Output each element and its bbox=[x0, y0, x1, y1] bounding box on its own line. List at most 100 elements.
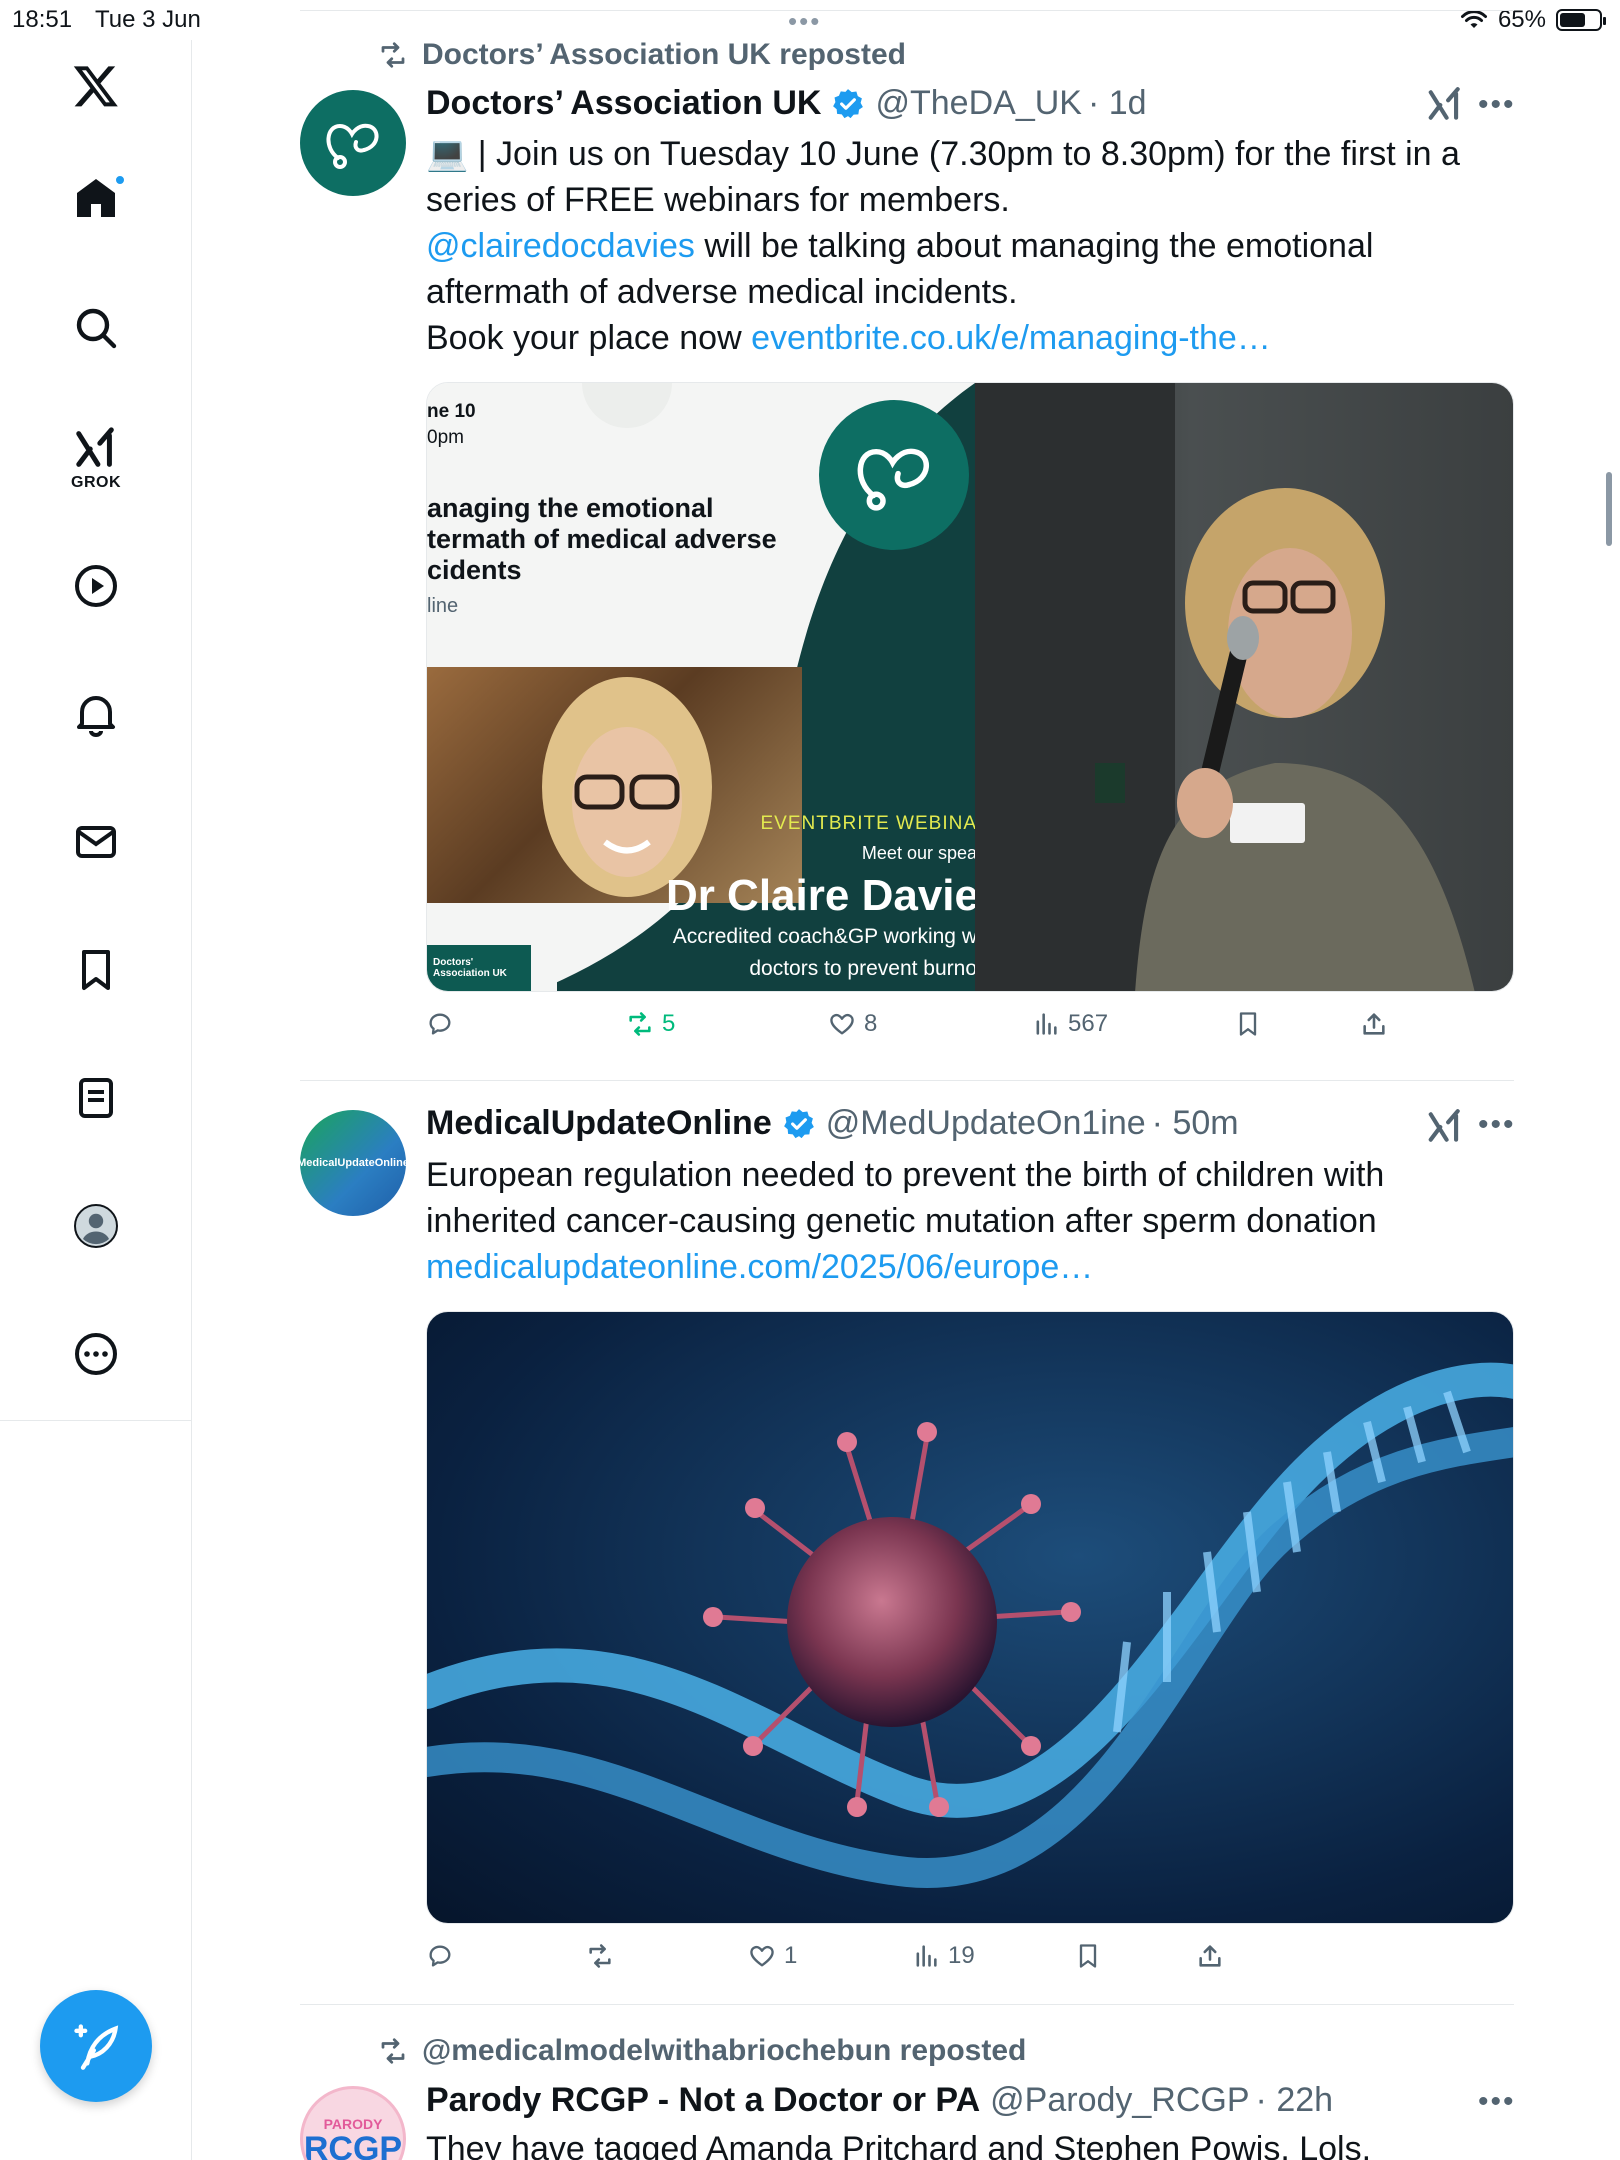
more-options-button[interactable]: ••• bbox=[1478, 2085, 1516, 2119]
tweet-media[interactable] bbox=[426, 1311, 1514, 1924]
tweet-media[interactable]: Doctors' Association UK ne 10 0pm anagin… bbox=[426, 382, 1514, 992]
webinar-graphic[interactable]: Doctors' Association UK ne 10 0pm anagin… bbox=[427, 383, 979, 991]
grok-explain-icon[interactable] bbox=[1426, 1108, 1464, 1146]
bookmark-icon bbox=[82, 950, 110, 990]
display-name[interactable]: Parody RCGP - Not a Doctor or PA bbox=[426, 2081, 980, 2120]
handle[interactable]: @MedUpdateOn1ine bbox=[826, 1104, 1146, 1143]
avatar[interactable]: MedicalUpdateOnline bbox=[300, 1110, 406, 1216]
timestamp[interactable]: · 1d bbox=[1088, 84, 1147, 123]
like-button[interactable]: 8 bbox=[828, 1010, 877, 1038]
share-button[interactable] bbox=[1360, 1010, 1388, 1038]
verified-badge-icon bbox=[833, 88, 864, 118]
bell-icon bbox=[77, 696, 115, 737]
sidebar-item-explore[interactable] bbox=[0, 304, 192, 352]
x-logo-button[interactable] bbox=[0, 62, 192, 110]
more-icon bbox=[75, 1333, 117, 1375]
view-count: 567 bbox=[1068, 1010, 1109, 1037]
home-icon bbox=[77, 179, 115, 217]
stethoscope-heart-icon bbox=[857, 448, 929, 511]
mail-icon bbox=[76, 826, 116, 858]
tweet-divider bbox=[300, 1080, 1514, 1081]
sidebar-item-bookmarks[interactable] bbox=[0, 946, 192, 994]
tweet-text: European regulation needed to prevent th… bbox=[426, 1152, 1516, 1290]
graphic-date-2: 0pm bbox=[427, 427, 464, 448]
url-link[interactable]: eventbrite.co.uk/e/managing-the… bbox=[751, 319, 1271, 357]
speaker-photo bbox=[427, 667, 802, 903]
views-button[interactable]: 19 bbox=[912, 1942, 975, 1970]
sidebar-item-home[interactable] bbox=[0, 174, 192, 227]
repost-button[interactable] bbox=[586, 1942, 622, 1970]
grok-icon bbox=[76, 427, 114, 467]
graphic-date: ne 10 0pm bbox=[427, 399, 476, 451]
graphic-eventbrite: EVENTBRITE WEBINA bbox=[760, 813, 977, 834]
verified-badge-icon bbox=[783, 1108, 814, 1138]
tweet-actions: 1 19 bbox=[426, 1942, 1516, 1982]
share-button[interactable] bbox=[1196, 1942, 1224, 1970]
reply-button[interactable] bbox=[426, 1942, 462, 1970]
avatar-rcgp-text: RCGP bbox=[303, 2130, 403, 2160]
grok-explain-icon[interactable] bbox=[1426, 86, 1464, 124]
repost-text[interactable]: @medicalmodelwithabriochebun reposted bbox=[422, 2034, 1026, 2068]
sidebar: GROK bbox=[0, 40, 192, 2160]
handle[interactable]: @Parody_RCGP bbox=[990, 2081, 1249, 2120]
sidebar-item-more[interactable] bbox=[0, 1330, 192, 1378]
display-name[interactable]: Doctors’ Association UK bbox=[426, 84, 821, 123]
display-name[interactable]: MedicalUpdateOnline bbox=[426, 1104, 772, 1143]
sidebar-item-grok[interactable]: GROK bbox=[0, 426, 192, 492]
timestamp[interactable]: · 22h bbox=[1256, 2081, 1334, 2120]
more-options-button[interactable]: ••• bbox=[1478, 88, 1516, 122]
like-button[interactable]: 1 bbox=[748, 1942, 797, 1970]
graphic-date-1: ne 10 bbox=[427, 401, 476, 422]
graphic-title-2: termath of medical adverse bbox=[427, 524, 777, 554]
grok-label: GROK bbox=[71, 474, 121, 491]
views-chart-icon bbox=[916, 1945, 937, 1967]
graphic-title-1: anaging the emotional bbox=[427, 493, 714, 523]
list-icon bbox=[79, 1078, 113, 1118]
sidebar-item-lists[interactable] bbox=[0, 1074, 192, 1122]
repost-button[interactable]: 5 bbox=[626, 1010, 675, 1038]
url-link[interactable]: medicalupdateonline.com/2025/06/europe… bbox=[426, 1248, 1093, 1286]
bookmark-button[interactable] bbox=[1074, 1942, 1102, 1970]
more-options-button[interactable]: ••• bbox=[1478, 1108, 1516, 1142]
sidebar-item-video[interactable] bbox=[0, 562, 192, 610]
views-button[interactable]: 567 bbox=[1032, 1010, 1108, 1038]
reply-icon bbox=[429, 1013, 451, 1035]
status-date: Tue 3 Jun bbox=[95, 6, 201, 33]
graphic-meet: Meet our spea bbox=[861, 843, 977, 863]
reply-button[interactable] bbox=[426, 1010, 462, 1038]
sidebar-divider bbox=[0, 1420, 192, 1421]
sidebar-item-profile[interactable] bbox=[0, 1202, 192, 1250]
repost-text[interactable]: Doctors’ Association UK reposted bbox=[422, 38, 906, 72]
repost-indicator: @medicalmodelwithabriochebun reposted bbox=[378, 2034, 1026, 2068]
mention-link[interactable]: @clairedocdavies bbox=[426, 227, 695, 265]
views-chart-icon bbox=[1036, 1013, 1057, 1035]
avatar[interactable]: PARODY RCGP bbox=[300, 2086, 406, 2160]
bookmark-button[interactable] bbox=[1234, 1010, 1262, 1038]
heart-icon bbox=[750, 1945, 774, 1967]
compose-button[interactable] bbox=[40, 1990, 152, 2102]
handle[interactable]: @TheDA_UK bbox=[875, 84, 1081, 123]
sidebar-item-messages[interactable] bbox=[0, 818, 192, 866]
heart-icon bbox=[830, 1013, 854, 1035]
repost-count: 5 bbox=[662, 1010, 676, 1037]
repost-icon bbox=[381, 2038, 405, 2064]
wifi-icon bbox=[1460, 10, 1487, 28]
sidebar-item-notifications[interactable] bbox=[0, 690, 192, 738]
speaker-photo-2[interactable] bbox=[975, 383, 1513, 991]
tweet-text-main: 💻 | Join us on Tuesday 10 June (7.30pm t… bbox=[426, 135, 1460, 219]
share-icon bbox=[1199, 1945, 1221, 1967]
timestamp[interactable]: · 50m bbox=[1152, 1104, 1239, 1143]
avatar[interactable] bbox=[300, 90, 406, 196]
scrollbar-thumb[interactable] bbox=[1606, 472, 1612, 546]
graphic-desc-2: doctors to prevent burno bbox=[749, 957, 977, 980]
tweet-text-cta: Book your place now bbox=[426, 319, 752, 357]
share-icon bbox=[1363, 1013, 1385, 1035]
dna-virus-illustration bbox=[427, 1362, 1513, 1888]
search-icon bbox=[76, 308, 117, 349]
like-count: 1 bbox=[784, 1942, 798, 1969]
avatar-text: MedicalUpdateOnline bbox=[300, 1157, 406, 1169]
repost-icon bbox=[381, 42, 405, 68]
bookmark-icon bbox=[1079, 1944, 1097, 1968]
view-count: 19 bbox=[948, 1942, 975, 1969]
status-bar: 18:51 Tue 3 Jun ••• 65% bbox=[0, 0, 1620, 40]
